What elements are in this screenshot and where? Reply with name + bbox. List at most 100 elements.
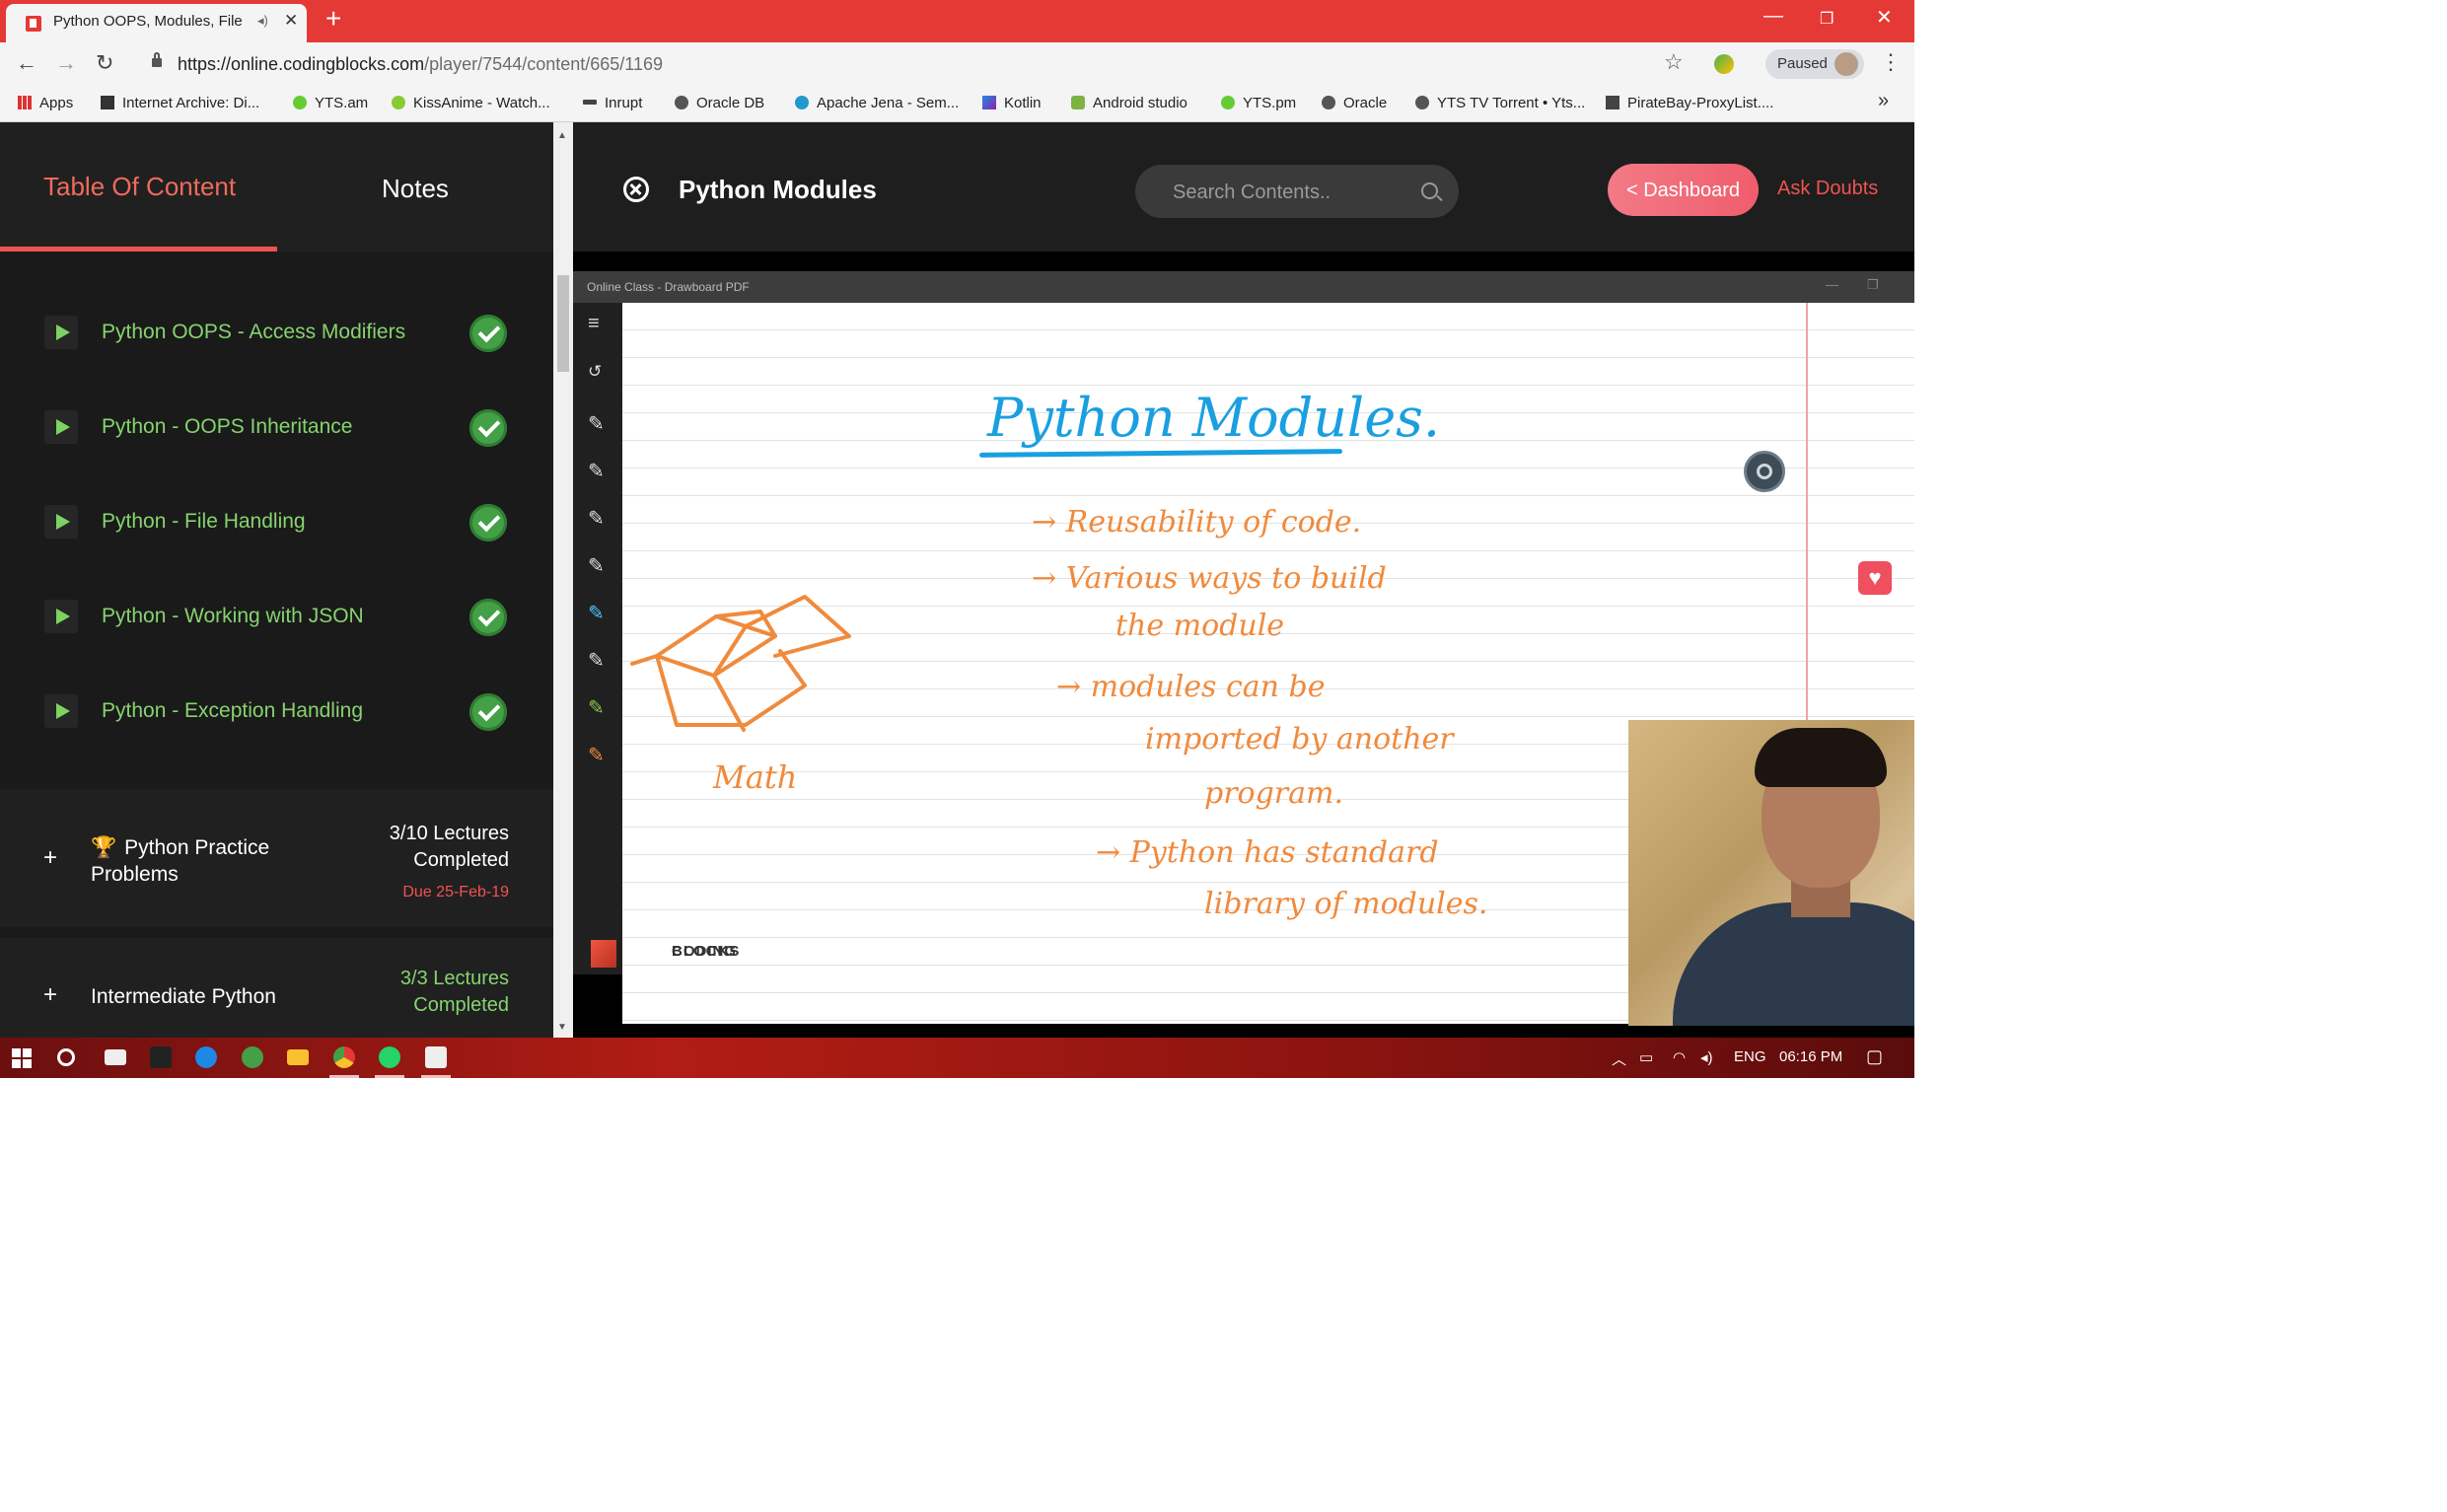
profile-button[interactable]: Paused xyxy=(1765,49,1864,79)
tray-chevron-icon[interactable]: ︿ xyxy=(1612,1048,1626,1069)
forward-arrow-icon[interactable]: → xyxy=(55,50,77,76)
bookmark-piratebay[interactable]: PirateBay-ProxyList.... xyxy=(1606,95,1773,111)
bookmark-internet-archive[interactable]: Internet Archive: Di... xyxy=(101,95,259,111)
url-text[interactable]: https://online.codingblocks.com/player/7… xyxy=(178,54,663,75)
undo-icon: ↺ xyxy=(588,362,603,381)
pen-tool-icon: ✎ xyxy=(588,745,605,766)
bookmark-yts-am[interactable]: YTS.am xyxy=(293,95,368,111)
back-arrow-icon[interactable]: ← xyxy=(16,50,37,76)
search-input[interactable] xyxy=(1171,179,1402,206)
dashboard-button[interactable]: < Dashboard xyxy=(1608,164,1759,216)
board-line: → Various ways to build xyxy=(1032,561,1387,596)
yts-icon xyxy=(1221,96,1235,109)
windows-start-icon[interactable] xyxy=(12,1048,32,1068)
search-icon[interactable] xyxy=(1421,182,1438,199)
play-icon[interactable] xyxy=(44,410,78,444)
close-window-icon[interactable]: ✕ xyxy=(1876,5,1893,30)
extension-icon[interactable] xyxy=(1714,54,1734,74)
bookmark-oracle[interactable]: Oracle xyxy=(1322,95,1387,111)
lesson-item[interactable]: Python - Exception Handling xyxy=(0,670,553,764)
bookmark-star-icon[interactable]: ☆ xyxy=(1664,49,1684,75)
language-indicator[interactable]: ENG xyxy=(1734,1048,1766,1065)
terminal-icon[interactable] xyxy=(150,1046,172,1068)
mail-icon[interactable] xyxy=(105,1049,126,1065)
bookmark-apache-jena[interactable]: Apache Jena - Sem... xyxy=(795,95,959,111)
kotlin-icon xyxy=(982,96,996,109)
browser-tab[interactable]: Python OOPS, Modules, File ◂) ✕ xyxy=(6,4,307,42)
new-tab-button[interactable]: + xyxy=(325,4,341,34)
lesson-item[interactable]: Python - File Handling xyxy=(0,480,553,575)
board-line: → Reusability of code. xyxy=(1032,505,1362,540)
section-progress: 3/10 Lectures Completed xyxy=(390,821,509,874)
cortana-icon[interactable] xyxy=(57,1048,75,1066)
utorrent-icon[interactable] xyxy=(242,1046,263,1068)
wifi-icon[interactable]: ◠ xyxy=(1673,1048,1686,1066)
bookmark-android-studio[interactable]: Android studio xyxy=(1071,95,1188,111)
play-icon[interactable] xyxy=(44,316,78,349)
minimize-icon[interactable]: — xyxy=(1763,5,1783,28)
drawboard-icon[interactable] xyxy=(425,1046,447,1068)
video-window-title: Online Class - Drawboard PDF xyxy=(587,280,750,294)
bookmark-kotlin[interactable]: Kotlin xyxy=(982,95,1042,111)
play-icon[interactable] xyxy=(44,600,78,633)
video-player[interactable]: Online Class - Drawboard PDF — ❐ ≡ ↺ ✎ ✎… xyxy=(573,252,1914,1038)
bookmark-label: YTS.am xyxy=(315,95,369,111)
expand-plus-icon[interactable]: + xyxy=(43,844,57,872)
bookmark-kissanime[interactable]: KissAnime - Watch... xyxy=(392,95,550,111)
tab-notes[interactable]: Notes xyxy=(382,174,449,204)
lock-icon xyxy=(152,52,162,67)
menu-kebab-icon[interactable]: ⋮ xyxy=(1880,49,1902,75)
restore-icon[interactable]: ❐ xyxy=(1820,9,1834,29)
bookmark-inrupt[interactable]: Inrupt xyxy=(583,95,642,111)
scrollbar-thumb[interactable] xyxy=(557,275,569,372)
volume-icon[interactable]: ◂) xyxy=(1700,1048,1713,1066)
battery-icon[interactable]: ▭ xyxy=(1639,1048,1653,1066)
bookmark-label: Apache Jena - Sem... xyxy=(817,95,960,111)
yts-icon xyxy=(293,96,307,109)
inrupt-icon xyxy=(583,100,597,105)
pen-tool-icon: ✎ xyxy=(588,697,605,719)
ask-doubts-link[interactable]: Ask Doubts xyxy=(1777,178,1878,200)
tab-strip: Python OOPS, Modules, File ◂) ✕ + — ❐ ✕ xyxy=(0,0,1914,42)
bookmark-apps[interactable]: Apps xyxy=(18,95,73,111)
lesson-item[interactable]: Python - OOPS Inheritance xyxy=(0,386,553,480)
lesson-item[interactable]: Python - Working with JSON xyxy=(0,575,553,670)
reload-icon[interactable]: ↻ xyxy=(96,50,113,76)
completed-check-icon xyxy=(469,409,507,447)
scroll-down-icon[interactable]: ▼ xyxy=(557,1022,567,1033)
play-icon[interactable] xyxy=(44,694,78,728)
clock[interactable]: 06:16 PM xyxy=(1779,1048,1842,1065)
lesson-item[interactable]: Python OOPS - Access Modifiers xyxy=(0,291,553,386)
bookmark-yts-tv[interactable]: YTS TV Torrent • Yts... xyxy=(1415,95,1585,111)
address-bar[interactable]: https://online.codingblocks.com/player/7… xyxy=(134,48,1692,80)
sidebar-scrollbar[interactable]: ▲ ▼ xyxy=(553,122,573,1038)
scroll-up-icon[interactable]: ▲ xyxy=(557,130,567,141)
tab-table-of-content[interactable]: Table Of Content xyxy=(43,172,236,202)
file-explorer-icon[interactable] xyxy=(287,1049,309,1065)
play-icon[interactable] xyxy=(44,505,78,539)
globe-icon xyxy=(1322,96,1335,109)
bookmark-oracle-db[interactable]: Oracle DB xyxy=(675,95,764,111)
notifications-icon[interactable]: ▢ xyxy=(1866,1046,1883,1067)
drawing-toolbar: ≡ ↺ ✎ ✎ ✎ ✎ ✎ ✎ ✎ ✎ xyxy=(573,303,622,974)
section-title: 🏆 Python Practice Problems xyxy=(91,834,298,888)
speaker-icon[interactable]: ◂) xyxy=(257,13,268,29)
heart-icon[interactable]: ♥ xyxy=(1858,561,1892,595)
edge-icon[interactable] xyxy=(195,1046,217,1068)
pen-tool-icon: ✎ xyxy=(588,413,605,435)
video-window-titlebar: Online Class - Drawboard PDF — ❐ xyxy=(573,271,1914,303)
more-bookmarks-icon[interactable]: » xyxy=(1878,90,1889,112)
chrome-icon[interactable] xyxy=(333,1046,355,1068)
whatsapp-icon[interactable] xyxy=(379,1046,400,1068)
close-circle-icon[interactable] xyxy=(623,177,649,202)
instructor-hair xyxy=(1755,728,1887,787)
section-intermediate-python[interactable]: + Intermediate Python 3/3 Lectures Comple… xyxy=(0,938,553,1038)
completed-check-icon xyxy=(469,599,507,636)
piratebay-icon xyxy=(1606,96,1619,109)
bookmark-yts-pm[interactable]: YTS.pm xyxy=(1221,95,1296,111)
search-box[interactable] xyxy=(1135,165,1459,218)
close-tab-icon[interactable]: ✕ xyxy=(284,11,298,31)
section-python-practice-problems[interactable]: + 🏆 Python Practice Problems 3/10 Lecture… xyxy=(0,789,553,927)
pen-tool-icon: ✎ xyxy=(588,603,605,624)
expand-plus-icon[interactable]: + xyxy=(43,981,57,1009)
